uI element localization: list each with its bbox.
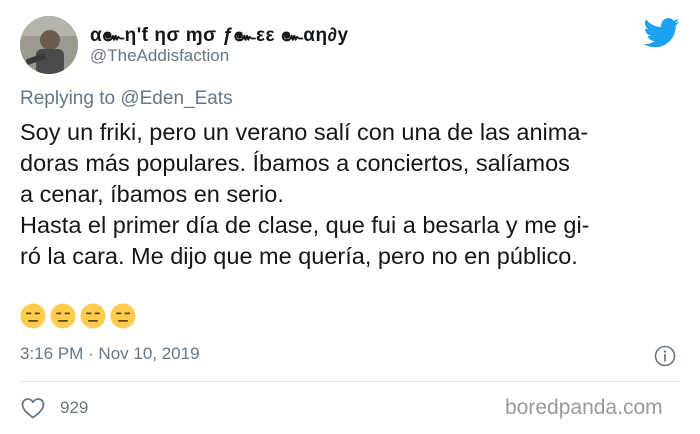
reply-prefix: Replying to xyxy=(20,88,116,109)
expressionless-face-icon xyxy=(20,303,46,329)
tweet-body-line: ró la cara. Me dijo que me quería, pero … xyxy=(20,243,578,269)
tweet-body: Soy un friki, pero un verano salí con un… xyxy=(20,117,690,272)
tweet-body-line: a cenar, íbamos en serio. xyxy=(20,181,284,207)
watermark: boredpanda.com xyxy=(505,396,663,419)
like-count: 929 xyxy=(60,398,89,417)
tweet-card: α๛η'ƭ ησ ɱσ ƒ๛εε ๛αη∂у @TheAddisfaction … xyxy=(0,0,700,434)
avatar[interactable] xyxy=(20,16,78,74)
user-handle[interactable]: @TheAddisfaction xyxy=(90,46,229,66)
tweet-body-line: doras más populares. Íbamos a conciertos… xyxy=(20,150,570,176)
divider xyxy=(20,381,680,382)
heart-icon[interactable] xyxy=(20,396,46,420)
emoji-row xyxy=(20,303,136,329)
tweet-body-line: Soy un friki, pero un verano salí con un… xyxy=(20,119,589,145)
expressionless-face-icon xyxy=(80,303,106,329)
expressionless-face-icon xyxy=(110,303,136,329)
expressionless-face-icon xyxy=(50,303,76,329)
tweet-body-line: Hasta el primer día de clase, que fui a … xyxy=(20,212,590,238)
tweet-timestamp[interactable]: 3:16 PM · Nov 10, 2019 xyxy=(20,344,200,364)
info-icon[interactable] xyxy=(654,345,676,367)
reply-context: Replying to @Eden_Eats xyxy=(20,88,233,110)
reply-mention-link[interactable]: @Eden_Eats xyxy=(120,88,232,109)
twitter-bird-icon[interactable] xyxy=(644,18,680,48)
